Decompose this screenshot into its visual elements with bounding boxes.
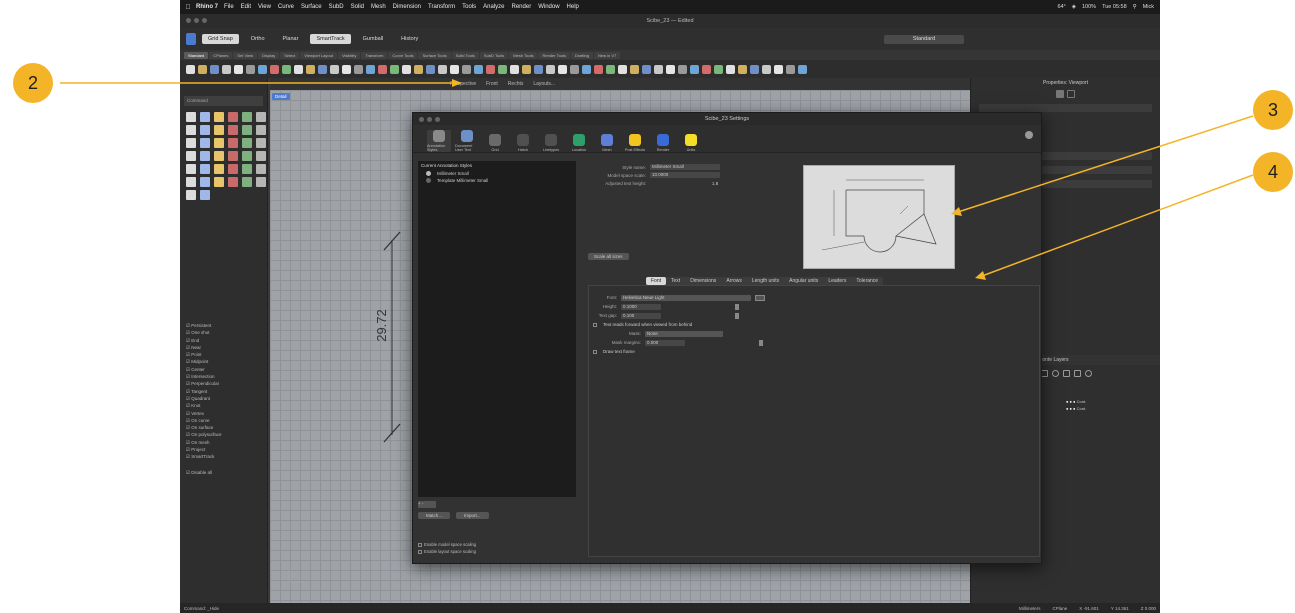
callout-arrow-4 — [981, 174, 1254, 277]
callout-arrows — [60, 79, 1254, 280]
callout-arrowhead-2 — [452, 79, 462, 87]
callout-arrowhead-3 — [951, 207, 962, 216]
callout-arrow-3 — [957, 115, 1254, 213]
callout-2: 2 — [13, 63, 53, 103]
callout-3: 3 — [1253, 90, 1293, 130]
callout-4: 4 — [1253, 152, 1293, 192]
callout-arrowhead-4 — [975, 271, 986, 280]
tutorial-screenshot:  Rhino 7 File Edit View Curve Surface S… — [0, 0, 1295, 613]
